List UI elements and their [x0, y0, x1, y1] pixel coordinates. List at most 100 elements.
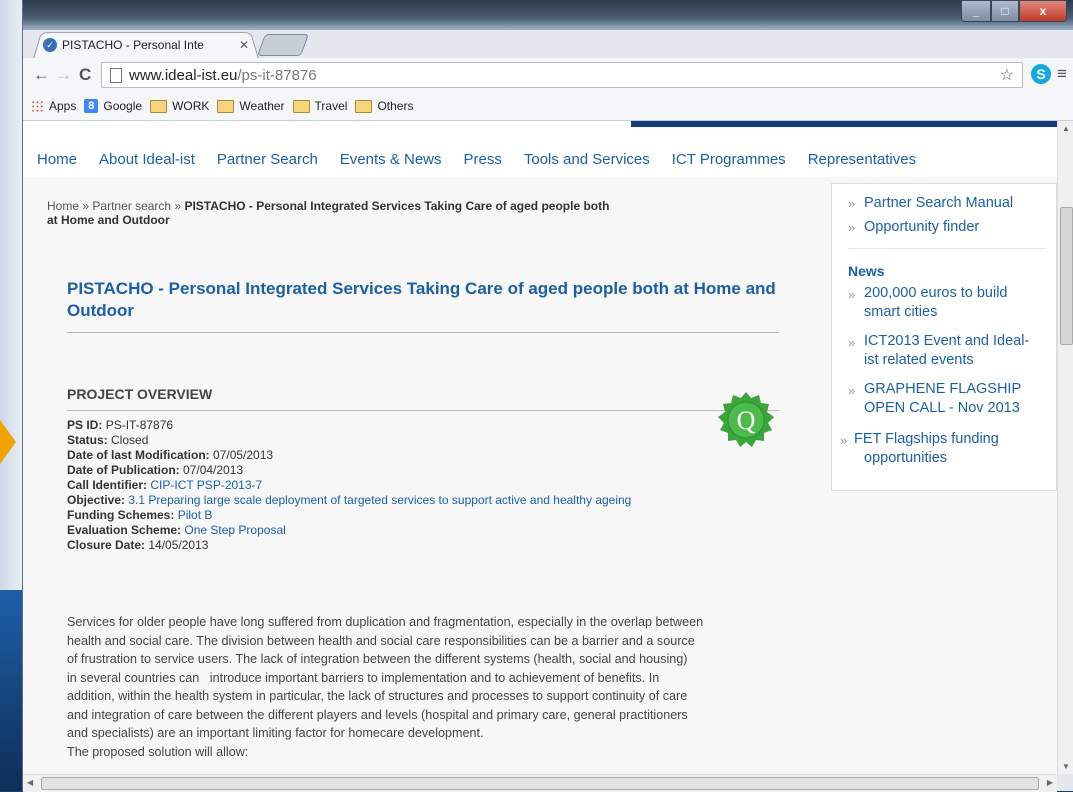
close-tab-icon[interactable]: ✕ — [239, 38, 249, 52]
field-evaluation-scheme: Evaluation Scheme: One Step Proposal — [67, 523, 631, 538]
bookmark-star-icon[interactable]: ☆ — [1000, 65, 1014, 85]
site-header-bar — [631, 121, 1057, 127]
breadcrumb-partner-search[interactable]: Partner search — [92, 199, 171, 213]
page-title: PISTACHO - Personal Integrated Services … — [67, 279, 776, 320]
field-label: Date of last Modification: — [67, 448, 210, 462]
bookmark-folder-travel[interactable]: Travel — [292, 99, 347, 113]
tab-active[interactable]: ✓ PISTACHO - Personal Inte ✕ — [33, 30, 259, 59]
breadcrumb: Home » Partner search » PISTACHO - Perso… — [47, 199, 687, 227]
chevron-right-icon: » — [848, 383, 856, 398]
nav-ict-programmes[interactable]: ICT Programmes — [672, 151, 786, 177]
news-line: 200,000 euros to build — [864, 285, 1008, 301]
close-window-button[interactable]: x — [1019, 0, 1067, 22]
chevron-right-icon: » — [848, 335, 856, 350]
news-item[interactable]: FET Flagships funding opportunities — [854, 430, 1039, 468]
bookmarks-bar: Apps 8 Google WORK Weather Travel Others — [23, 92, 1073, 121]
nav-partner-search[interactable]: Partner Search — [217, 151, 318, 177]
section-heading: PROJECT OVERVIEW — [67, 386, 213, 402]
scroll-up-icon[interactable]: ▲ — [1062, 124, 1070, 133]
vertical-scroll-thumb[interactable] — [1060, 207, 1073, 345]
news-line: opportunities — [864, 450, 948, 466]
menu-icon[interactable]: ≡ — [1057, 64, 1067, 84]
field-value: Closed — [111, 433, 149, 447]
news-item[interactable]: 200,000 euros to build smart cities — [864, 284, 1049, 322]
page-icon — [110, 67, 122, 83]
news-line: smart cities — [864, 304, 938, 320]
project-description: Services for older people have long suff… — [67, 613, 807, 761]
field-link[interactable]: Pilot B — [178, 508, 213, 522]
news-item[interactable]: ICT2013 Event and Ideal-ist related even… — [864, 332, 1049, 370]
field-objective: Objective: 3.1 Preparing large scale dep… — [67, 493, 631, 508]
bookmark-folder-others[interactable]: Others — [355, 99, 413, 113]
field-value: 07/04/2013 — [183, 463, 244, 477]
news-line: ICT2013 Event and Ideal- — [864, 333, 1030, 349]
description-line: and integration of care between the diff… — [67, 707, 688, 722]
chevron-right-icon: » — [848, 220, 856, 235]
field-funding-schemes: Funding Schemes: Pilot B — [67, 508, 631, 523]
title-bar[interactable]: _ □ x — [23, 0, 1073, 30]
breadcrumb-separator: » — [174, 199, 182, 213]
bookmark-apps[interactable]: Apps — [31, 99, 76, 113]
back-icon[interactable]: ← — [33, 65, 50, 85]
sidebar-link-partner-search-manual[interactable]: Partner Search Manual — [864, 194, 1049, 213]
description-line: health and social care. The division bet… — [67, 633, 695, 648]
field-link[interactable]: One Step Proposal — [184, 523, 285, 537]
nav-home[interactable]: Home — [37, 151, 77, 177]
bookmark-label: Weather — [239, 99, 285, 113]
horizontal-scrollbar[interactable]: ◀ ▶ — [23, 774, 1057, 792]
scroll-left-icon[interactable]: ◀ — [27, 778, 33, 787]
bookmark-folder-weather[interactable]: Weather — [217, 99, 285, 113]
nav-about[interactable]: About Ideal-ist — [99, 151, 195, 177]
description-line: addition, within the health system in pa… — [67, 689, 688, 703]
skype-extension-icon[interactable]: S — [1031, 64, 1051, 84]
quality-badge-icon: Q — [718, 392, 774, 447]
field-label: Evaluation Scheme: — [67, 523, 182, 537]
apps-grid-icon — [31, 99, 44, 113]
bookmark-folder-work[interactable]: WORK — [150, 99, 209, 113]
news-line: ist related events — [864, 352, 974, 368]
field-link[interactable]: CIP-ICT PSP-2013-7 — [150, 478, 262, 492]
news-heading: News — [848, 263, 885, 279]
horizontal-scroll-thumb[interactable] — [41, 777, 1039, 790]
field-status: Status: Closed — [67, 433, 631, 448]
nav-representatives[interactable]: Representatives — [808, 151, 916, 177]
bookmark-label: Google — [103, 99, 143, 113]
page-viewport: Home About Ideal-ist Partner Search Even… — [23, 121, 1057, 774]
chevron-right-icon: » — [848, 196, 856, 211]
bookmark-label: Others — [377, 99, 414, 113]
news-line: OPEN CALL - Nov 2013 — [864, 400, 1020, 416]
divider — [67, 410, 779, 411]
badge-letter: Q — [737, 406, 756, 435]
vertical-scrollbar[interactable]: ▲ ▼ — [1057, 121, 1073, 774]
desktop-panel — [0, 590, 22, 791]
field-link[interactable]: 3.1 Preparing large scale deployment of … — [128, 493, 631, 507]
folder-icon — [292, 99, 310, 113]
nav-tools-services[interactable]: Tools and Services — [524, 151, 650, 177]
breadcrumb-current: PISTACHO - Personal Integrated Services … — [184, 199, 610, 213]
scroll-right-icon[interactable]: ▶ — [1047, 778, 1053, 787]
new-tab-button[interactable] — [256, 34, 310, 56]
url-host: www.ideal-ist.eu — [129, 66, 238, 84]
address-bar[interactable]: www.ideal-ist.eu/ps-it-87876 ☆ — [101, 62, 1023, 88]
nav-press[interactable]: Press — [464, 151, 502, 177]
news-line: FET Flagships funding — [854, 431, 999, 447]
url-path: /ps-it-87876 — [237, 66, 317, 84]
forward-icon[interactable]: → — [55, 65, 72, 85]
maximize-button[interactable]: □ — [991, 0, 1019, 22]
bookmark-google[interactable]: 8 Google — [84, 99, 142, 113]
divider — [67, 332, 779, 333]
reload-icon[interactable]: C — [79, 65, 91, 85]
sidebar-link-opportunity-finder[interactable]: Opportunity finder — [864, 218, 1049, 237]
nav-events-news[interactable]: Events & News — [340, 151, 442, 177]
scroll-down-icon[interactable]: ▼ — [1062, 762, 1070, 771]
minimize-button[interactable]: _ — [961, 0, 991, 22]
desktop-arrow-icon — [0, 420, 16, 464]
breadcrumb-home[interactable]: Home — [47, 199, 79, 213]
news-item[interactable]: GRAPHENE FLAGSHIP OPEN CALL - Nov 2013 — [864, 380, 1049, 418]
field-label: Call Identifier: — [67, 478, 148, 492]
browser-window: _ □ x ✓ PISTACHO - Personal Inte ✕ ← → C… — [22, 0, 1073, 792]
site-nav: Home About Ideal-ist Partner Search Even… — [23, 151, 1057, 177]
field-label: Date of Publication: — [67, 463, 180, 477]
chevron-right-icon: » — [840, 433, 848, 448]
field-label: Status: — [67, 433, 108, 447]
